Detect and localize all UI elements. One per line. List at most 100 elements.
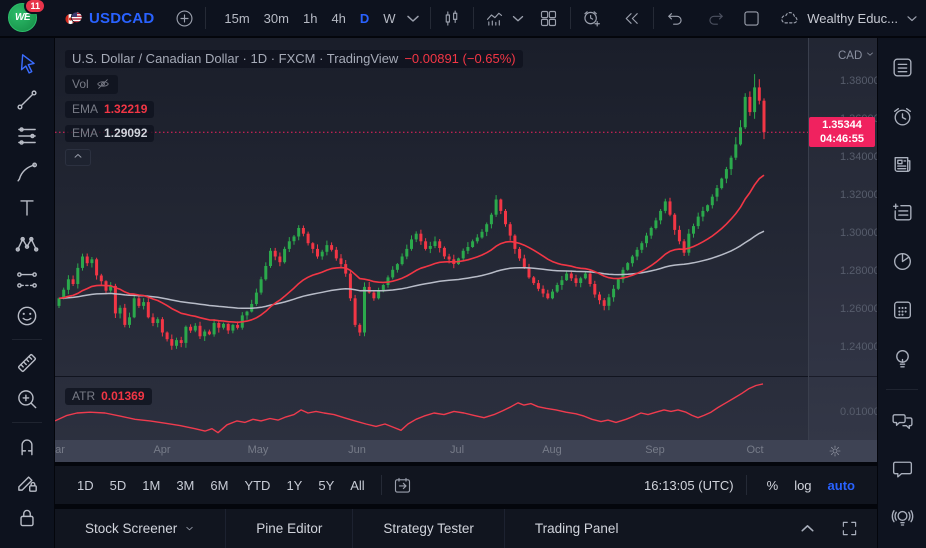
range-3M-button[interactable]: 3M [168, 474, 202, 497]
watchlist-panel-button[interactable] [884, 50, 920, 85]
panel-expand-button[interactable] [793, 515, 821, 543]
projection-tool-button[interactable] [9, 262, 45, 298]
compare-add-button[interactable] [170, 4, 198, 32]
utc-clock[interactable]: 16:13:05 (UTC) [644, 478, 734, 493]
price-axis[interactable]: CAD 1.380001.360001.340001.320001.300001… [808, 38, 877, 440]
tab-trading-panel[interactable]: Trading Panel [505, 509, 649, 548]
range-6M-button[interactable]: 6M [202, 474, 236, 497]
gear-icon[interactable] [827, 443, 843, 459]
bar-replay-button[interactable] [618, 4, 646, 32]
tab-strategy-tester[interactable]: Strategy Tester [353, 509, 504, 548]
streams-panel-button[interactable] [884, 500, 920, 535]
save-layout-button[interactable] [737, 4, 765, 32]
account-menu[interactable]: Wealthy Educ... [777, 4, 920, 32]
chart-style-button[interactable] [438, 4, 466, 32]
atr-legend[interactable]: ATR 0.01369 [65, 387, 152, 405]
chart-title: U.S. Dollar / Canadian Dollar · 1D · FXC… [72, 51, 399, 66]
interval-30m[interactable]: 30m [257, 7, 296, 30]
range-1D-button[interactable]: 1D [69, 474, 102, 497]
emoji-icon [17, 306, 37, 326]
text-tool-tool-button[interactable] [9, 190, 45, 226]
atr-label: ATR [72, 389, 96, 403]
interval-15m[interactable]: 15m [217, 7, 256, 30]
range-YTD-button[interactable]: YTD [236, 474, 278, 497]
percent-scale-button[interactable]: % [759, 475, 787, 496]
hotlists-panel-button[interactable] [884, 244, 920, 279]
alerts-panel-button[interactable] [884, 98, 920, 133]
tab-stock-screener[interactable]: Stock Screener [55, 509, 225, 548]
auto-scale-button[interactable]: auto [820, 475, 863, 496]
chats-panel-button[interactable] [884, 403, 920, 438]
projection-icon [17, 272, 37, 288]
price-tick: 1.30000 [840, 227, 877, 240]
ema-slow-label: EMA [72, 126, 99, 140]
account-logo[interactable]: WE 11 [8, 0, 46, 34]
lock-all-tool-button[interactable] [9, 500, 45, 536]
trend-line-tool-button[interactable] [9, 82, 45, 118]
panel-tabs: Stock Screener Pine Editor Strategy Tester… [55, 508, 649, 548]
brush-tool-button[interactable] [9, 154, 45, 190]
fib-retracement-tool-button[interactable] [9, 118, 45, 154]
cursor-tool-button[interactable] [9, 46, 45, 82]
layout-grid-button[interactable] [535, 4, 563, 32]
news-panel-button[interactable] [884, 147, 920, 182]
volume-legend-row[interactable]: Vol [65, 75, 118, 94]
tab-pine-editor[interactable]: Pine Editor [226, 509, 352, 548]
currency-dropdown[interactable]: CAD [838, 49, 875, 62]
range-All-button[interactable]: All [342, 474, 372, 497]
range-1M-button[interactable]: 1M [134, 474, 168, 497]
emoji-tool-button[interactable] [9, 298, 45, 334]
divider [569, 7, 571, 29]
draw-lock-tool-button[interactable] [9, 464, 45, 500]
trend-line-icon [17, 90, 37, 110]
notification-badge: 11 [24, 0, 46, 14]
divider [12, 422, 42, 423]
time-tick-Jun: Jun [348, 444, 366, 456]
bottom-toolbar: 1D 5D 1M 3M 6M YTD 1Y 5Y All 16:13:05 (UTC) % lo… [55, 465, 877, 504]
interval-W[interactable]: W [376, 7, 402, 30]
panel-tabs-bar: Stock Screener Pine Editor Strategy Tester… [55, 508, 877, 548]
log-scale-button[interactable]: log [786, 475, 819, 496]
intervals-chevron-button[interactable] [403, 4, 423, 32]
range-5Y-button[interactable]: 5Y [310, 474, 342, 497]
trading-app: WE 11 USDCAD 15m 30m 1h 4h D W Wealthy Educ..… [0, 0, 926, 548]
ideas-panel-button[interactable] [884, 340, 920, 375]
time-axis[interactable]: ar Apr May Jun Jul Aug Sep Oct [55, 440, 877, 462]
atr-pane[interactable] [55, 377, 808, 440]
top-toolbar: WE 11 USDCAD 15m 30m 1h 4h D W Wealthy Educ..… [0, 0, 926, 38]
chat-panel-button[interactable] [884, 451, 920, 486]
currency-label: CAD [838, 49, 863, 62]
calendar-panel-button[interactable] [884, 292, 920, 327]
ruler-icon [18, 354, 36, 372]
symbol-button[interactable]: USDCAD [62, 4, 154, 32]
range-5D-button[interactable]: 5D [102, 474, 135, 497]
create-alert-button[interactable] [578, 4, 606, 32]
interval-4h[interactable]: 4h [324, 7, 352, 30]
indicators-chevron-button[interactable] [509, 4, 527, 32]
fullscreen-button[interactable] [835, 515, 863, 543]
go-to-date-button[interactable] [390, 472, 416, 498]
interval-1h[interactable]: 1h [296, 7, 324, 30]
time-tick-Jul: Jul [449, 444, 465, 456]
xabcd-pattern-tool-button[interactable] [9, 226, 45, 262]
divider [429, 7, 431, 29]
last-price-badge: 1.35344 04:46:55 [809, 117, 875, 148]
symbol-title-row[interactable]: U.S. Dollar / Canadian Dollar · 1D · FXC… [65, 50, 523, 68]
ema-slow-legend-row[interactable]: EMA 1.29092 [65, 125, 155, 142]
price-tick: 1.28000 [840, 265, 877, 278]
magnet-tool-button[interactable] [9, 428, 45, 464]
undo-button[interactable] [661, 4, 689, 32]
zoom-in-tool-button[interactable] [9, 381, 45, 417]
price-tick: 1.34000 [840, 151, 877, 164]
interval-D[interactable]: D [353, 7, 376, 30]
redo-button[interactable] [703, 4, 731, 32]
indicators-button[interactable] [481, 4, 509, 32]
ema-fast-legend-row[interactable]: EMA 1.32219 [65, 101, 155, 118]
eye-off-icon[interactable] [95, 76, 111, 92]
interval-group: 15m 30m 1h 4h D W [217, 7, 402, 30]
legend-collapse-button[interactable] [65, 149, 91, 166]
range-1Y-button[interactable]: 1Y [278, 474, 310, 497]
ruler-tool-button[interactable] [9, 345, 45, 381]
atr-axis-tick: 0.01000 [840, 406, 877, 418]
notes-panel-button[interactable] [884, 195, 920, 230]
